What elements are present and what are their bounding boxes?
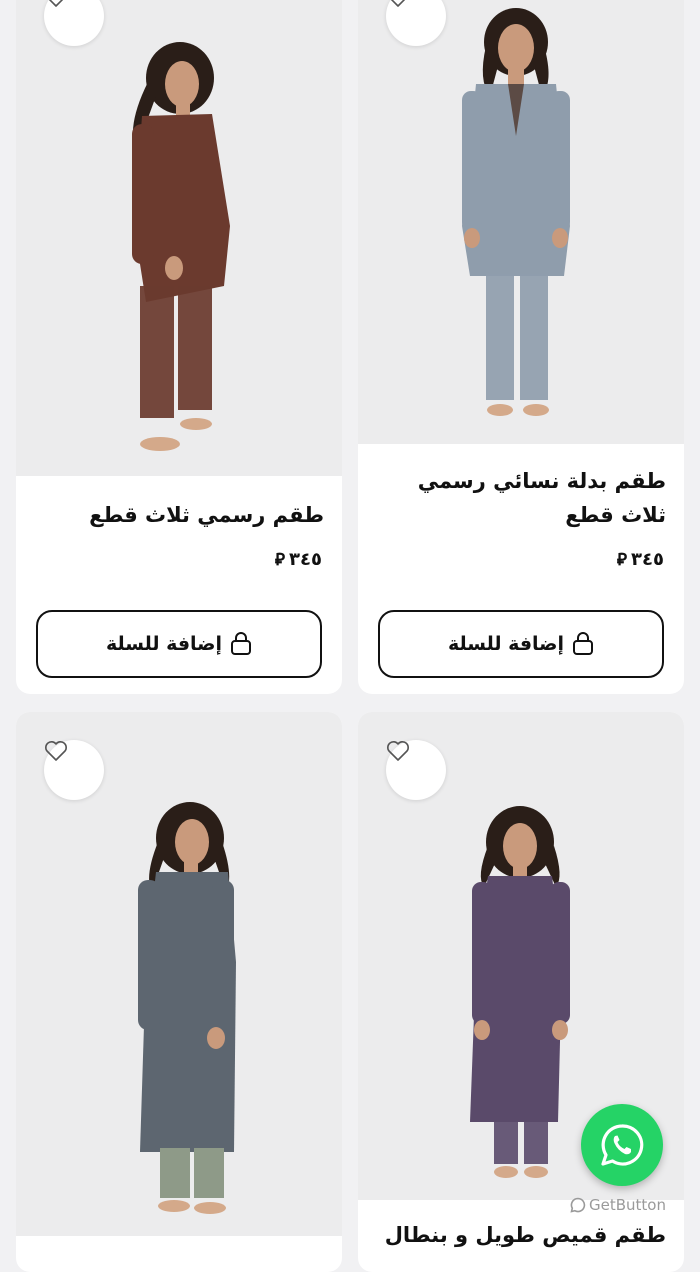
add-to-cart-button[interactable]: إضافة للسلة <box>378 610 664 678</box>
getbutton-credit[interactable]: GetButton <box>570 1196 666 1214</box>
favorite-button[interactable] <box>386 740 446 800</box>
price-value: ٣٤٥ <box>631 548 664 570</box>
product-card[interactable]: طقم قميص طويل و بنطال <box>358 712 684 1272</box>
model-figure <box>462 8 570 416</box>
getbutton-label: GetButton <box>589 1196 666 1214</box>
product-card[interactable] <box>16 712 342 1272</box>
add-to-cart-button[interactable]: إضافة للسلة <box>36 610 322 678</box>
add-to-cart-label: إضافة للسلة <box>447 633 565 655</box>
shopping-bag-icon <box>231 632 252 655</box>
product-price: ٣٤٥ ⃁ <box>274 548 322 571</box>
product-title[interactable]: طقم بدلة نسائي رسمي ثلاث قطع <box>372 464 666 532</box>
heart-icon <box>45 741 67 761</box>
product-title[interactable]: طقم رسمي ثلاث قطع <box>30 498 324 532</box>
favorite-button[interactable] <box>44 740 104 800</box>
heart-icon <box>387 741 409 761</box>
shopping-bag-icon <box>573 632 594 655</box>
chat-bubble-icon <box>570 1197 586 1213</box>
product-card[interactable]: طقم بدلة نسائي رسمي ثلاث قطع ٣٤٥ ⃁ إضافة… <box>358 0 684 694</box>
whatsapp-icon <box>601 1124 644 1166</box>
add-to-cart-label: إضافة للسلة <box>105 633 223 655</box>
product-card[interactable]: طقم رسمي ثلاث قطع ٣٤٥ ⃁ إضافة للسلة <box>16 0 342 694</box>
product-image[interactable] <box>16 712 342 1236</box>
product-image[interactable] <box>16 0 342 476</box>
heart-icon <box>390 0 406 7</box>
currency-symbol: ⃁ <box>616 550 628 570</box>
price-value: ٣٤٥ <box>289 548 322 570</box>
heart-icon <box>48 0 64 7</box>
product-image[interactable] <box>358 0 684 444</box>
currency-symbol: ⃁ <box>274 550 286 570</box>
product-price: ٣٤٥ ⃁ <box>616 548 664 571</box>
model-figure <box>132 42 230 451</box>
product-title[interactable]: طقم قميص طويل و بنطال <box>372 1218 666 1252</box>
whatsapp-button[interactable] <box>581 1104 663 1186</box>
